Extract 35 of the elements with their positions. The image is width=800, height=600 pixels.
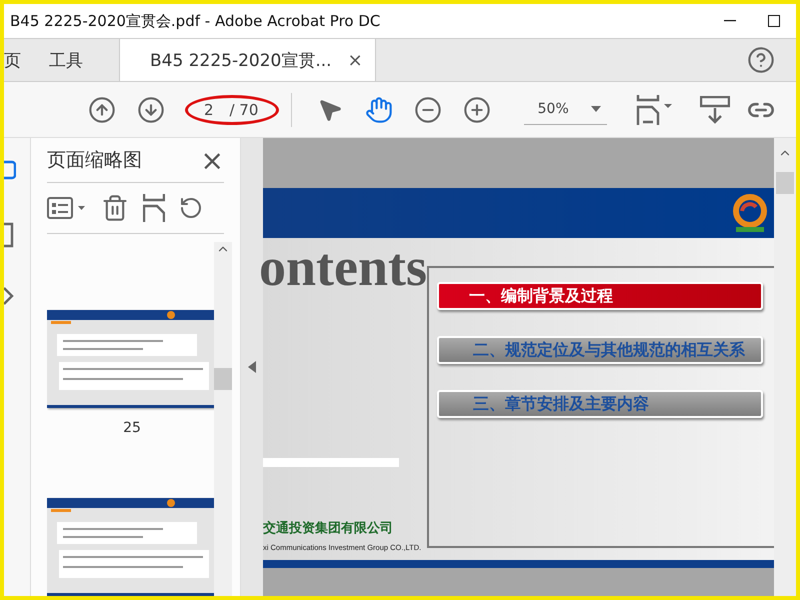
panel-title: 页面缩略图	[47, 148, 142, 174]
help-icon[interactable]	[747, 46, 775, 74]
close-panel-button[interactable]: ×	[200, 144, 224, 177]
next-page-icon[interactable]	[137, 96, 166, 124]
window-title: B45 2225-2020宣贯会.pdf - Adobe Acrobat Pro DC	[10, 12, 382, 30]
page-number-field[interactable]: 2 / 70	[184, 92, 273, 128]
zoom-dropdown[interactable]: 50%	[524, 94, 608, 124]
zoom-in-icon[interactable]	[463, 96, 492, 124]
caret-icon	[591, 106, 602, 112]
previous-page-icon[interactable]	[88, 96, 116, 124]
slide-heading: ontents	[259, 236, 427, 298]
contents-item: 三、章节安排及主要内容	[437, 390, 763, 418]
contents-item: 二、规范定位及与其他规范的相互关系	[437, 336, 763, 364]
rotate-icon[interactable]	[179, 196, 203, 220]
scroll-mode-icon[interactable]	[700, 96, 730, 124]
nav-tab[interactable]: 页	[4, 39, 49, 81]
collapse-icon[interactable]	[248, 361, 256, 373]
insert-page-icon[interactable]	[143, 194, 165, 222]
nav-tab[interactable]: B45 2225-2020宣贯... ×	[119, 39, 376, 81]
zoom-out-icon[interactable]	[414, 96, 442, 124]
nav-tab[interactable]: 工具	[49, 39, 97, 81]
close-tab-button[interactable]: ×	[348, 50, 363, 70]
page-thumbnail[interactable]	[47, 310, 214, 408]
options-icon[interactable]	[47, 196, 87, 220]
page-number: 25	[122, 420, 142, 436]
maximize-icon	[768, 15, 780, 27]
scrollbar-thumb[interactable]	[776, 172, 794, 194]
hand-icon[interactable]	[365, 96, 394, 124]
delete-icon[interactable]	[101, 194, 129, 222]
page-thumbnail[interactable]	[47, 498, 214, 596]
logo-icon	[730, 193, 770, 233]
contents-item: 一、编制背景及过程	[437, 282, 763, 310]
company-name: 交通投资集团有限公司	[263, 520, 394, 537]
minimize-icon	[724, 20, 736, 22]
scrollbar-thumb[interactable]	[214, 368, 232, 390]
